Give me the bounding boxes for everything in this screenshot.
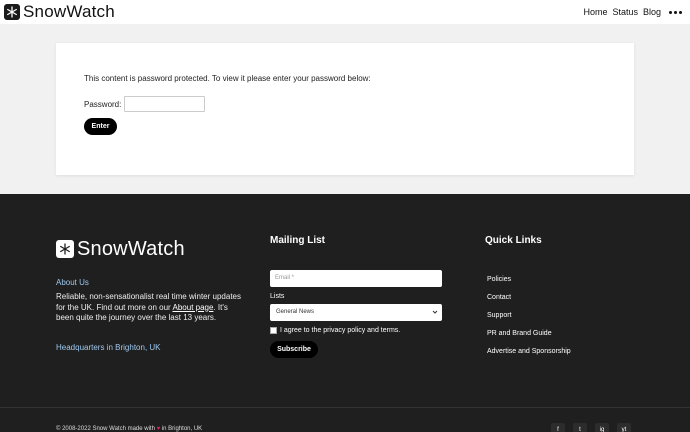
quick-link-policies[interactable]: Policies (487, 276, 511, 283)
agree-label: I agree to the privacy policy and terms. (280, 327, 401, 334)
nav-status[interactable]: Status (612, 7, 638, 17)
copyright-text: in Brighton, UK (160, 426, 203, 432)
chevron-down-icon (432, 310, 438, 314)
nav-home[interactable]: Home (583, 7, 607, 17)
youtube-icon[interactable]: yt (617, 423, 631, 432)
quick-link-pr[interactable]: PR and Brand Guide (487, 330, 552, 337)
mailing-list-title: Mailing List (270, 235, 325, 246)
brand-name: SnowWatch (23, 2, 115, 21)
agree-checkbox[interactable] (270, 327, 277, 334)
about-page-link[interactable]: About page (173, 303, 214, 312)
footer-divider (0, 407, 690, 408)
privacy-agreement: I agree to the privacy policy and terms. (270, 327, 400, 334)
about-us-link[interactable]: About Us (56, 278, 89, 287)
lists-select[interactable]: General News (270, 304, 442, 321)
lists-selected-value: General News (276, 309, 315, 315)
quick-link-contact[interactable]: Contact (487, 294, 511, 301)
about-text: Reliable, non-sensationalist real time w… (56, 292, 246, 324)
email-field[interactable]: Email * (270, 270, 442, 287)
more-menu-icon[interactable] (669, 10, 682, 14)
quick-link-support[interactable]: Support (487, 312, 512, 319)
nav-blog[interactable]: Blog (643, 7, 661, 17)
subscribe-button[interactable]: Subscribe (270, 341, 318, 358)
quick-links-title: Quick Links (485, 235, 542, 246)
footer-brand-name: SnowWatch (77, 238, 185, 260)
facebook-icon[interactable]: f (551, 423, 565, 432)
footer-logo[interactable]: SnowWatch (56, 238, 185, 260)
password-card: This content is password protected. To v… (56, 43, 634, 175)
main-nav: Home Status Blog (578, 7, 682, 17)
twitter-icon[interactable]: t (573, 423, 587, 432)
copyright: © 2008-2022 Snow Watch made with ♥ in Br… (56, 426, 202, 432)
snowflake-icon (4, 4, 20, 20)
password-input[interactable] (124, 96, 205, 112)
site-logo[interactable]: SnowWatch (4, 3, 115, 21)
copyright-text: © 2008-2022 Snow Watch made with (56, 426, 157, 432)
password-prompt: This content is password protected. To v… (84, 74, 371, 83)
password-label: Password: (84, 100, 122, 109)
snowflake-icon (56, 240, 74, 258)
quick-link-advertise[interactable]: Advertise and Sponsorship (487, 348, 571, 355)
enter-button[interactable]: Enter (84, 118, 117, 135)
headquarters-link[interactable]: Headquarters in Brighton, UK (56, 343, 161, 352)
site-header: SnowWatch Home Status Blog (0, 0, 690, 24)
instagram-icon[interactable]: ig (595, 423, 609, 432)
lists-label: Lists (270, 293, 285, 300)
site-footer: SnowWatch About Us Reliable, non-sensati… (0, 194, 690, 432)
